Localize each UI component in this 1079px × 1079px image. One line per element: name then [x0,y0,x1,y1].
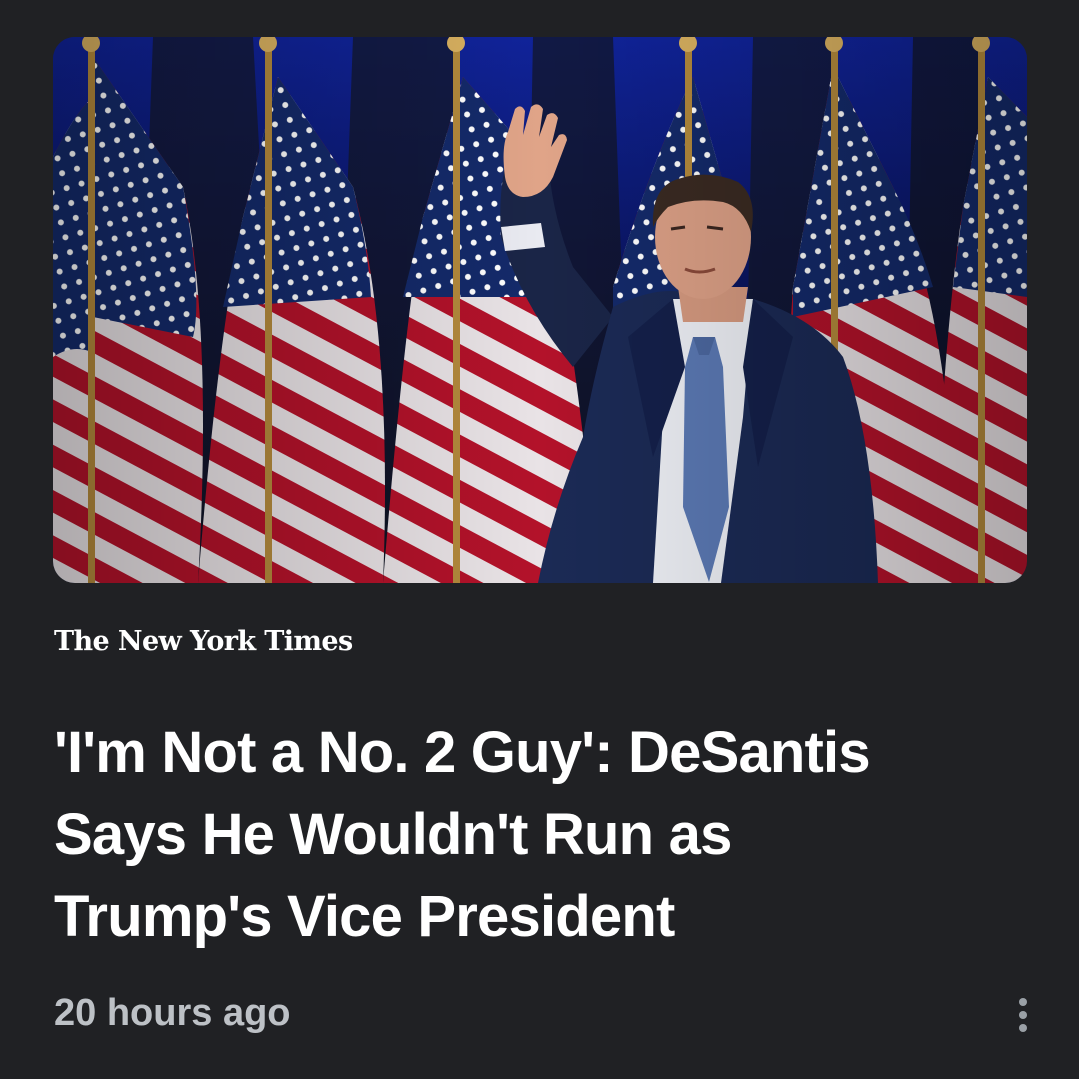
article-image[interactable] [53,37,1027,583]
article-headline[interactable]: 'I'm Not a No. 2 Guy': DeSantis Says He … [54,712,1044,958]
article-timestamp: 20 hours ago [54,992,291,1034]
headline-line: Says He Wouldn't Run as [54,802,732,867]
headline-line: 'I'm Not a No. 2 Guy': DeSantis [54,720,871,785]
more-vert-icon [1019,998,1027,1032]
news-card[interactable]: The New York Times 'I'm Not a No. 2 Guy'… [0,0,1079,1079]
more-options-button[interactable] [998,990,1048,1040]
publisher-logo[interactable]: The New York Times [54,626,353,657]
headline-line: Trump's Vice President [54,884,675,949]
